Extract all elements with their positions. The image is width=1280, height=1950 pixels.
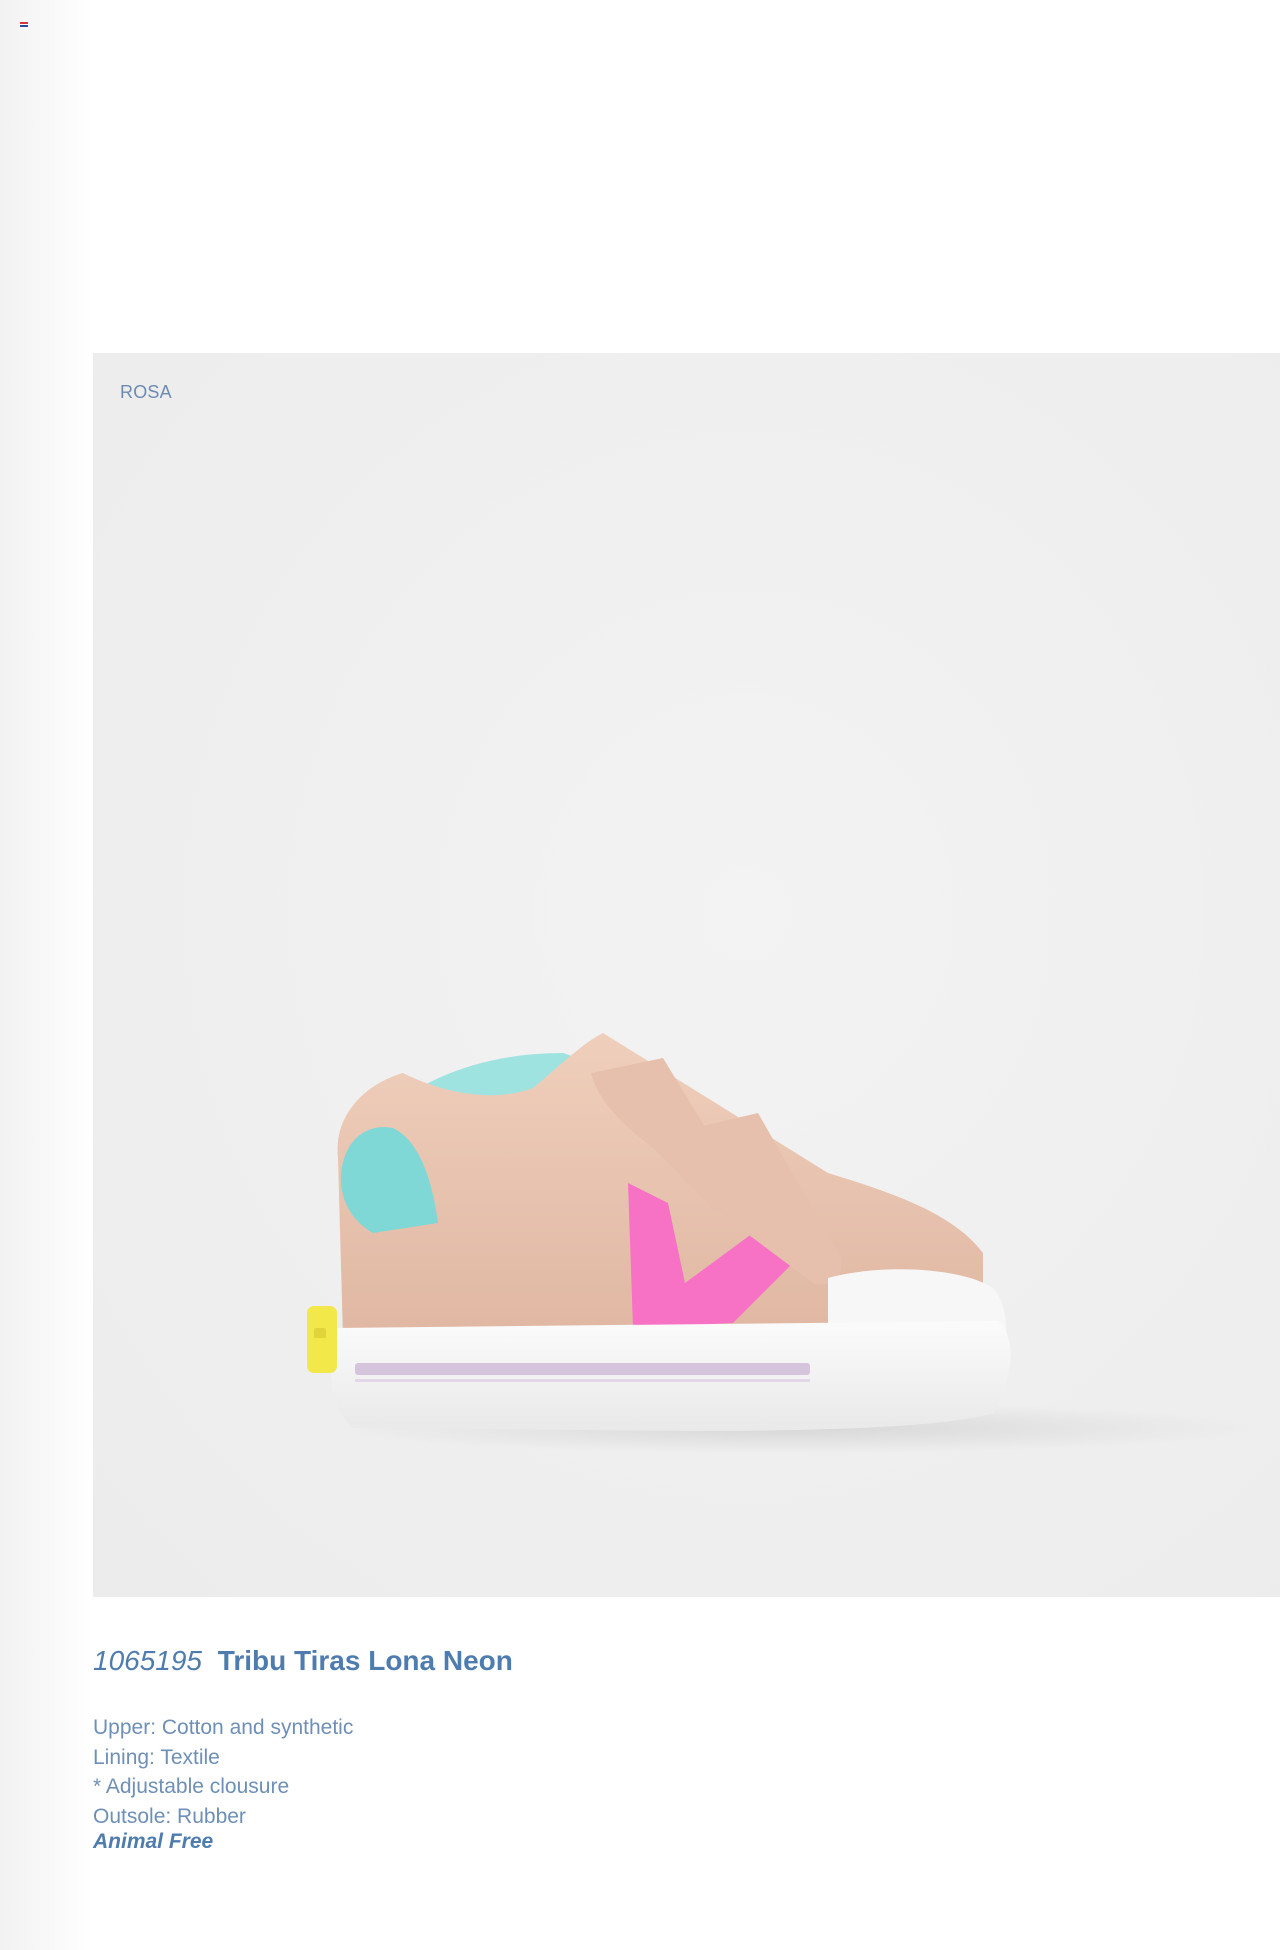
spec-lining: Lining: Textile: [93, 1745, 220, 1769]
spec-upper: Upper: Cotton and synthetic: [93, 1716, 354, 1739]
product-name: Tribu Tiras Lona Neon: [217, 1645, 513, 1676]
animal-free-badge: Animal Free: [93, 1830, 214, 1853]
product-title: 1065195 Tribu Tiras Lona Neon: [93, 1645, 513, 1677]
product-photo: ROSA: [93, 353, 1280, 1597]
product-code: 1065195: [93, 1645, 203, 1676]
spec-outsole: Outsole: Rubber: [93, 1804, 246, 1828]
side-rail: [0, 0, 92, 1950]
sneaker-image-icon: [307, 1033, 1253, 1454]
spec-closure: * Adjustable clousure: [93, 1775, 290, 1799]
language-flag-icon[interactable]: [20, 22, 28, 27]
product-specs: Upper: Cotton and synthetic Lining: Text…: [93, 1713, 353, 1831]
